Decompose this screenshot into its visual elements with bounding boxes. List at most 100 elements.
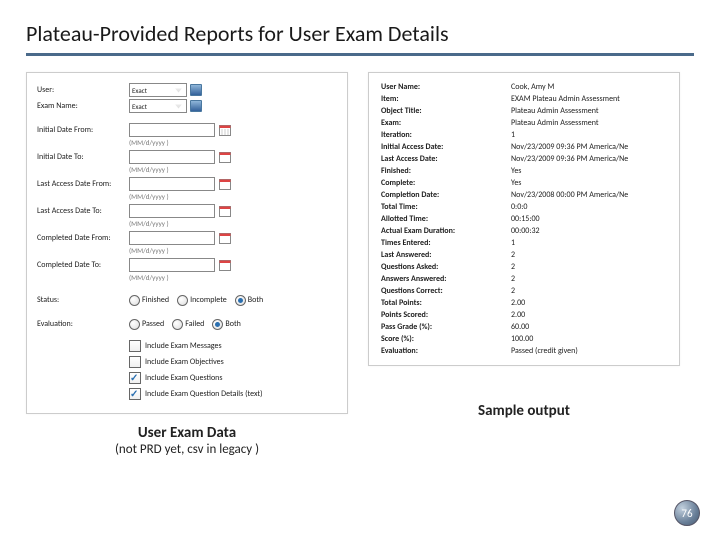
title-rule — [26, 53, 694, 56]
user-match-select[interactable]: Exact — [129, 83, 187, 97]
label-user: User: — [37, 85, 129, 95]
table-row: User Name:Cook, Amy M — [379, 81, 673, 93]
date-hint: (MM/d/yyyy ) — [37, 138, 337, 147]
output-value: Nov/23/2009 09:36 PM America/Ne — [509, 141, 673, 153]
output-value: 2 — [509, 273, 673, 285]
output-value: 2.00 — [509, 309, 673, 321]
table-row: Pass Grade (%):60.00 — [379, 321, 673, 333]
eval-failed-radio[interactable]: Failed — [172, 319, 204, 330]
output-key: Exam: — [379, 117, 509, 129]
table-row: Exam:Plateau Admin Assessment — [379, 117, 673, 129]
last-from-input[interactable] — [129, 177, 215, 191]
include-messages-checkbox[interactable]: Include Exam Messages — [129, 340, 222, 352]
status-both-radio[interactable]: Both — [235, 295, 263, 306]
date-hint: (MM/d/yyyy ) — [37, 219, 337, 228]
status-finished-radio[interactable]: Finished — [129, 295, 169, 306]
label-initial-to: Initial Date To: — [37, 152, 129, 162]
date-hint: (MM/d/yyyy ) — [37, 273, 337, 282]
date-hint: (MM/d/yyyy ) — [37, 165, 337, 174]
label-completed-to: Completed Date To: — [37, 260, 129, 270]
label-evaluation: Evaluation: — [37, 319, 129, 329]
completed-to-input[interactable] — [129, 258, 215, 272]
calendar-icon[interactable] — [219, 124, 231, 136]
filter-icon[interactable] — [190, 100, 202, 112]
last-to-input[interactable] — [129, 204, 215, 218]
label-status: Status: — [37, 295, 129, 305]
output-value: Cook, Amy M — [509, 81, 673, 93]
include-question-details-checkbox[interactable]: Include Exam Question Details (text) — [129, 388, 263, 400]
table-row: Allotted Time:00:15:00 — [379, 213, 673, 225]
calendar-icon[interactable] — [219, 205, 231, 217]
output-value: 60.00 — [509, 321, 673, 333]
right-caption: Sample output — [368, 402, 680, 420]
status-incomplete-radio[interactable]: Incomplete — [177, 295, 227, 306]
eval-passed-radio[interactable]: Passed — [129, 319, 164, 330]
output-key: Finished: — [379, 165, 509, 177]
exam-match-select[interactable]: Exact — [129, 99, 187, 113]
page-title: Plateau-Provided Reports for User Exam D… — [26, 20, 694, 47]
output-value: 2 — [509, 261, 673, 273]
output-key: Item: — [379, 93, 509, 105]
output-key: Total Time: — [379, 201, 509, 213]
output-value: 00:15:00 — [509, 213, 673, 225]
output-key: Answers Answered: — [379, 273, 509, 285]
output-value: 00:00:32 — [509, 225, 673, 237]
left-caption-title: User Exam Data — [26, 424, 348, 442]
output-key: Complete: — [379, 177, 509, 189]
calendar-icon[interactable] — [219, 151, 231, 163]
output-key: Score (%): — [379, 333, 509, 345]
calendar-icon[interactable] — [219, 178, 231, 190]
output-value: Yes — [509, 165, 673, 177]
output-value: 1 — [509, 129, 673, 141]
output-value: 100.00 — [509, 333, 673, 345]
table-row: Questions Asked:2 — [379, 261, 673, 273]
page-number-badge: 76 — [674, 500, 700, 526]
table-row: Score (%):100.00 — [379, 333, 673, 345]
calendar-icon[interactable] — [219, 259, 231, 271]
output-key: Pass Grade (%): — [379, 321, 509, 333]
output-value: 2.00 — [509, 297, 673, 309]
table-row: Last Access Date:Nov/23/2009 09:36 PM Am… — [379, 153, 673, 165]
date-hint: (MM/d/yyyy ) — [37, 246, 337, 255]
include-objectives-checkbox[interactable]: Include Exam Objectives — [129, 356, 224, 368]
form-panel: User: Exact Exam Name: Exact Initial Dat… — [26, 72, 348, 414]
output-key: Last Answered: — [379, 249, 509, 261]
initial-to-input[interactable] — [129, 150, 215, 164]
output-key: Initial Access Date: — [379, 141, 509, 153]
table-row: Times Entered:1 — [379, 237, 673, 249]
label-last-to: Last Access Date To: — [37, 206, 129, 216]
completed-from-input[interactable] — [129, 231, 215, 245]
table-row: Object Title:Plateau Admin Assessment — [379, 105, 673, 117]
output-key: User Name: — [379, 81, 509, 93]
output-key: Times Entered: — [379, 237, 509, 249]
include-questions-checkbox[interactable]: Include Exam Questions — [129, 372, 223, 384]
output-value: Nov/23/2009 09:36 PM America/Ne — [509, 153, 673, 165]
output-value: 1 — [509, 237, 673, 249]
label-initial-from: Initial Date From: — [37, 125, 129, 135]
table-row: Evaluation:Passed (credit given) — [379, 345, 673, 357]
output-key: Iteration: — [379, 129, 509, 141]
output-value: Passed (credit given) — [509, 345, 673, 357]
output-key: Allotted Time: — [379, 213, 509, 225]
calendar-icon[interactable] — [219, 232, 231, 244]
slide: Plateau-Provided Reports for User Exam D… — [0, 0, 720, 540]
table-row: Completion Date:Nov/23/2008 00:00 PM Ame… — [379, 189, 673, 201]
initial-from-input[interactable] — [129, 123, 215, 137]
table-row: Points Scored:2.00 — [379, 309, 673, 321]
table-row: Actual Exam Duration:00:00:32 — [379, 225, 673, 237]
columns: User: Exact Exam Name: Exact Initial Dat… — [26, 72, 694, 457]
table-row: Total Points:2.00 — [379, 297, 673, 309]
left-caption: User Exam Data (not PRD yet, csv in lega… — [26, 424, 348, 457]
eval-both-radio[interactable]: Both — [212, 319, 240, 330]
filter-icon[interactable] — [190, 84, 202, 96]
table-row: Total Time:0:0:0 — [379, 201, 673, 213]
output-key: Last Access Date: — [379, 153, 509, 165]
output-key: Evaluation: — [379, 345, 509, 357]
output-value: Nov/23/2008 00:00 PM America/Ne — [509, 189, 673, 201]
output-value: 0:0:0 — [509, 201, 673, 213]
left-column: User: Exact Exam Name: Exact Initial Dat… — [26, 72, 348, 457]
label-exam-name: Exam Name: — [37, 101, 129, 111]
output-key: Total Points: — [379, 297, 509, 309]
output-key: Points Scored: — [379, 309, 509, 321]
output-key: Object Title: — [379, 105, 509, 117]
